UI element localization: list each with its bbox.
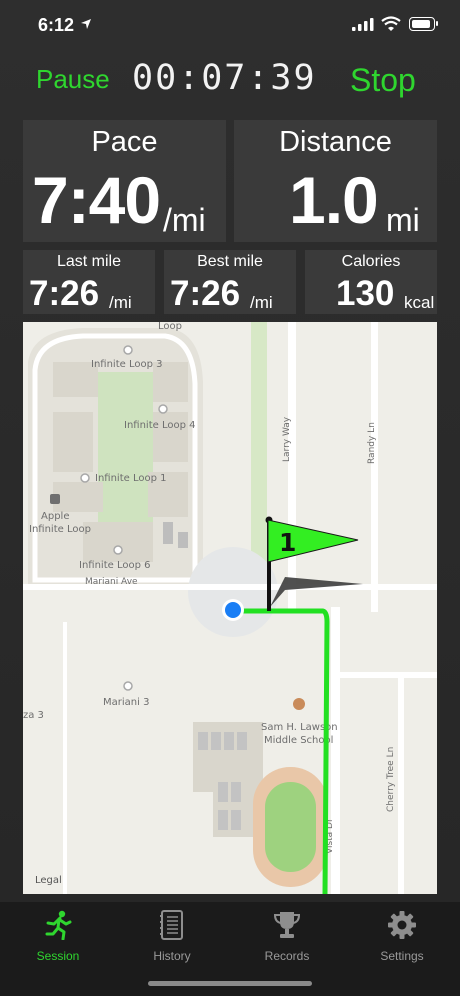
pace-label: Pace <box>91 126 158 158</box>
tab-records[interactable]: Records <box>237 910 337 963</box>
map-label-mariani3: Mariani 3 <box>103 697 149 708</box>
pause-button[interactable]: Pause <box>36 64 110 110</box>
best-mile-label: Best mile <box>197 253 263 270</box>
map-label-il4: Infinite Loop 4 <box>124 420 195 431</box>
location-accuracy-area <box>188 547 278 637</box>
tab-history[interactable]: History <box>122 910 222 963</box>
status-bar: 6:12 <box>0 0 460 50</box>
route-map[interactable]: Loop Infinite Loop 3 Infinite Loop 4 Inf… <box>23 322 437 894</box>
map-label-mariani-ave: Mariani Ave <box>85 577 138 587</box>
apple-poi-icon <box>50 494 60 504</box>
location-arrow-icon <box>81 19 91 29</box>
map-label-il3: Infinite Loop 3 <box>91 359 162 370</box>
trophy-icon <box>273 912 301 938</box>
campus-green <box>98 372 153 532</box>
school-poi-icon <box>293 698 305 710</box>
last-mile-unit: /mi <box>109 293 132 312</box>
tab-settings[interactable]: Settings <box>352 910 452 963</box>
best-mile-box: Best mile 7:26 /mi <box>164 250 296 314</box>
distance-value: 1.0 <box>289 163 379 237</box>
map-legal-link[interactable]: Legal <box>35 875 62 886</box>
tab-records-label: Records <box>264 949 310 963</box>
signal-icon <box>352 18 374 31</box>
best-mile-unit: /mi <box>250 293 273 312</box>
tab-session[interactable]: Session <box>8 910 108 963</box>
map-label-il6: Infinite Loop 6 <box>79 560 150 571</box>
status-time: 6:12 <box>38 15 75 35</box>
run-session-screen: 6:12 Pause 00:07:39 Stop Pace 7:40 /mi D… <box>0 0 460 996</box>
map-label-apple: Apple <box>41 511 69 522</box>
pace-box: Pace 7:40 /mi <box>23 120 226 242</box>
battery-icon <box>409 17 435 31</box>
map-label-cherry-tree: Cherry Tree Ln <box>386 747 396 812</box>
map-label-za3: za 3 <box>23 710 44 721</box>
distance-label: Distance <box>279 126 392 158</box>
calories-box: Calories 130 kcal <box>305 250 437 314</box>
flag-number: 1 <box>279 528 296 557</box>
elapsed-timer: 00:07:39 <box>132 58 317 98</box>
map-canvas: Loop Infinite Loop 3 Infinite Loop 4 Inf… <box>23 322 437 894</box>
tab-settings-label: Settings <box>380 949 424 963</box>
map-label-loop: Loop <box>158 322 182 332</box>
home-indicator <box>148 981 312 986</box>
map-label-larry-way: Larry Way <box>282 416 292 462</box>
stop-button[interactable]: Stop <box>350 62 416 108</box>
notebook-icon <box>160 910 183 940</box>
pace-unit: /mi <box>163 202 206 238</box>
small-building <box>163 522 173 544</box>
battery-tip <box>436 21 438 26</box>
distance-box: Distance 1.0 mi <box>234 120 437 242</box>
distance-unit: mi <box>386 202 420 238</box>
map-label-randy-ln: Randy Ln <box>367 422 377 464</box>
last-mile-value: 7:26 <box>29 274 100 313</box>
map-label-apple-loop: Infinite Loop <box>29 524 91 535</box>
calories-label: Calories <box>341 253 401 270</box>
calories-value: 130 <box>336 274 395 313</box>
pace-value: 7:40 <box>32 163 161 237</box>
calories-unit: kcal <box>404 293 435 312</box>
map-label-school-2: Middle School <box>264 735 333 746</box>
current-location-core <box>225 602 241 618</box>
tab-history-label: History <box>153 949 191 963</box>
last-mile-box: Last mile 7:26 /mi <box>23 250 155 314</box>
gear-icon <box>388 911 416 939</box>
small-building <box>178 532 188 548</box>
runner-icon <box>45 910 72 941</box>
wifi-icon <box>381 16 401 31</box>
best-mile-value: 7:26 <box>170 274 241 313</box>
map-label-il1: Infinite Loop 1 <box>95 473 166 484</box>
tab-session-label: Session <box>36 949 80 963</box>
last-mile-label: Last mile <box>56 253 122 270</box>
